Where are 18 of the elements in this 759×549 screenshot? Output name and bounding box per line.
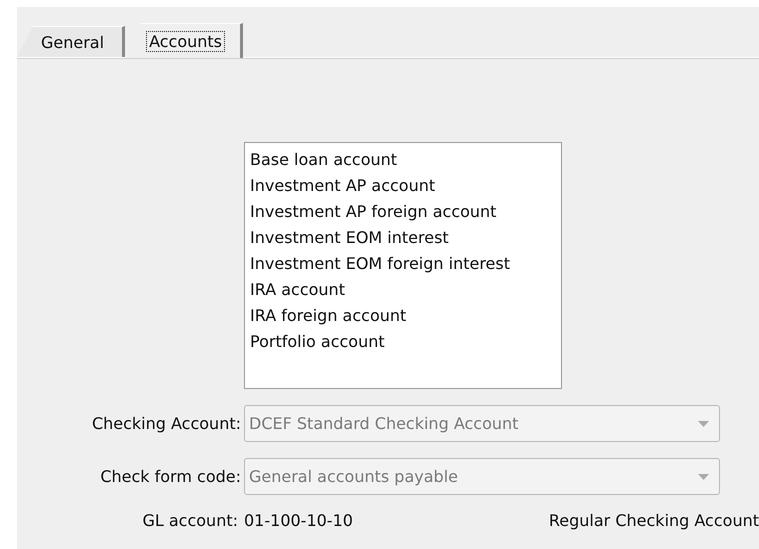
- field-label: Checking Account:: [90, 414, 241, 433]
- gl-account-value: 01-100-10-10: [244, 511, 353, 530]
- list-item[interactable]: Investment EOM interest: [250, 225, 561, 251]
- account-list[interactable]: Base loan account Investment AP account Investment AP foreign account Investment EOM interest Investment EOM foreign interest IRA account IRA foreign account Portfolio account: [244, 142, 562, 389]
- list-item[interactable]: IRA foreign account: [250, 303, 561, 329]
- tab[interactable]: General: [17, 26, 126, 57]
- list-item[interactable]: Investment AP account: [250, 173, 561, 199]
- caret-icon: [698, 420, 709, 426]
- list-item[interactable]: Portfolio account: [250, 329, 561, 355]
- caret-icon: [698, 474, 709, 480]
- list-item[interactable]: Base loan account: [250, 147, 561, 173]
- tab[interactable]: Accounts: [125, 23, 243, 58]
- gl-account-label: GL account:: [141, 511, 238, 530]
- account-description: Regular Checking Account: [548, 511, 759, 530]
- list-item[interactable]: Investment EOM foreign interest: [250, 251, 561, 277]
- field-label: Check form code:: [99, 467, 241, 486]
- list-item[interactable]: IRA account: [250, 277, 561, 303]
- list-item[interactable]: Investment AP foreign account: [250, 199, 561, 225]
